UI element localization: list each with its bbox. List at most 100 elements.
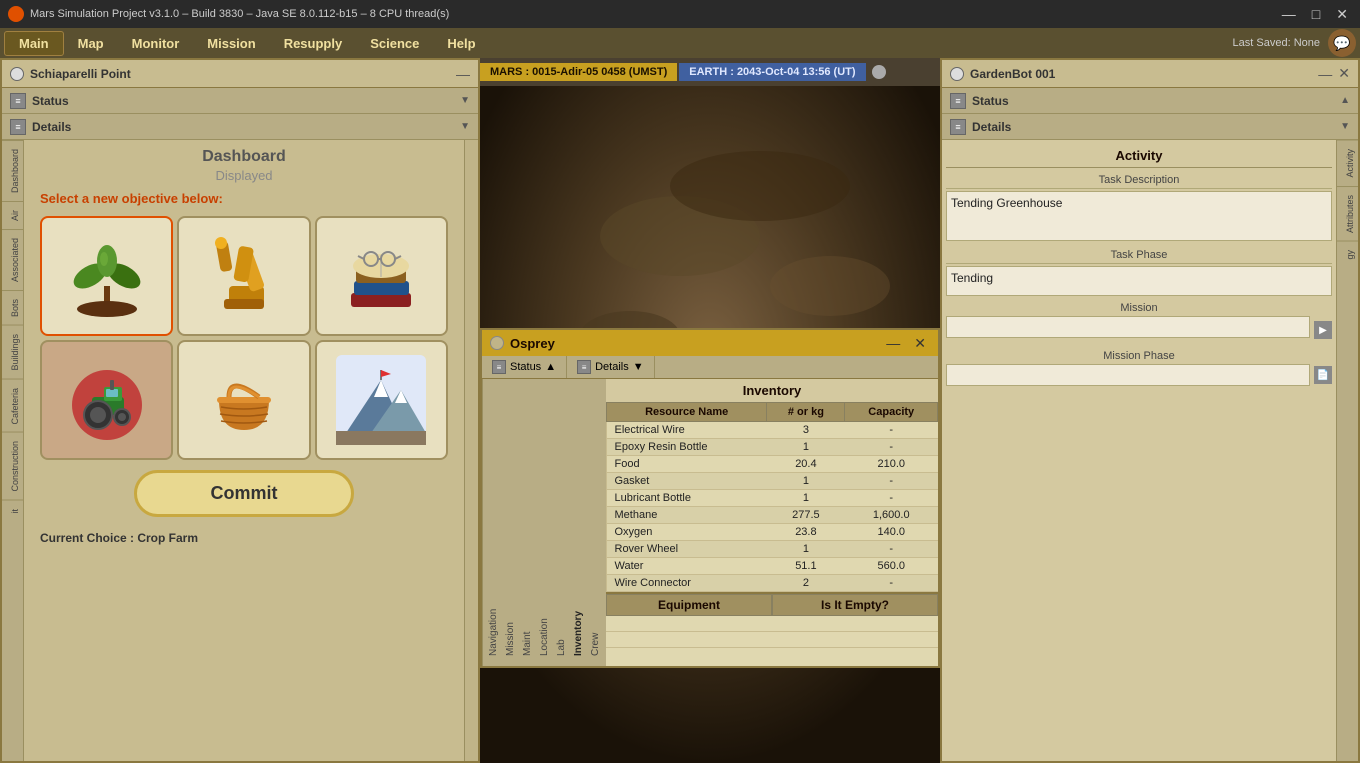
close-btn[interactable]: ✕ bbox=[1332, 6, 1352, 23]
left-tab-dashboard[interactable]: Dashboard bbox=[2, 140, 23, 201]
amount-cell: 51.1 bbox=[767, 558, 845, 575]
left-panel-title: Schiaparelli Point bbox=[30, 67, 450, 81]
left-tab-associated[interactable]: Associated bbox=[2, 229, 23, 290]
obj-crop-farm[interactable] bbox=[40, 216, 173, 336]
menu-mission[interactable]: Mission bbox=[193, 32, 269, 55]
window-controls[interactable]: — □ ✕ bbox=[1278, 6, 1352, 23]
left-status-section[interactable]: ≡ Status ▼ bbox=[2, 88, 478, 114]
resource-name-cell: Rover Wheel bbox=[607, 541, 767, 558]
inventory-content: Inventory Resource Name # or kg Capacity… bbox=[606, 379, 938, 666]
inv-tab-navigation[interactable]: Navigation bbox=[486, 385, 501, 660]
menu-map[interactable]: Map bbox=[64, 32, 118, 55]
title-bar: Mars Simulation Project v3.1.0 – Build 3… bbox=[0, 0, 1360, 28]
obj-tractor[interactable] bbox=[40, 340, 173, 460]
capacity-cell: - bbox=[845, 422, 938, 439]
inventory-sidebar-tabs: Crew Inventory Lab Location Maint Missio… bbox=[482, 379, 606, 666]
inv-tab-crew[interactable]: Crew bbox=[588, 385, 603, 660]
mission-phase-label: Mission Phase bbox=[946, 350, 1332, 362]
mission-input[interactable] bbox=[946, 316, 1310, 338]
right-details-section[interactable]: ≡ Details ▼ bbox=[942, 114, 1358, 140]
right-status-arrow: ▲ bbox=[1340, 95, 1350, 106]
osprey-details-label: Details bbox=[595, 361, 629, 373]
mission-phase-row: 📄 bbox=[946, 364, 1332, 386]
left-tab-construction[interactable]: Construction bbox=[2, 432, 23, 500]
phase-doc-btn[interactable]: 📄 bbox=[1314, 366, 1332, 384]
research-icon bbox=[336, 231, 426, 321]
left-vertical-tabs: Dashboard Air Associated Bots Buildings … bbox=[2, 140, 24, 761]
menu-science[interactable]: Science bbox=[356, 32, 433, 55]
right-controls: Last Saved: None 💬 bbox=[1233, 29, 1356, 57]
inv-tab-inventory[interactable]: Inventory bbox=[571, 385, 586, 660]
osprey-minimize[interactable]: — bbox=[882, 335, 904, 351]
right-tab-gy[interactable]: gy bbox=[1337, 241, 1358, 268]
left-details-section[interactable]: ≡ Details ▼ bbox=[2, 114, 478, 140]
menu-monitor[interactable]: Monitor bbox=[118, 32, 194, 55]
osprey-title: Osprey bbox=[510, 336, 876, 351]
right-panel-header: GardenBot 001 — ✕ bbox=[942, 60, 1358, 88]
inv-tab-lab[interactable]: Lab bbox=[554, 385, 569, 660]
osprey-circle[interactable] bbox=[490, 336, 504, 350]
capacity-cell: - bbox=[845, 575, 938, 592]
scrollbar[interactable] bbox=[464, 140, 478, 761]
amount-cell: 20.4 bbox=[767, 456, 845, 473]
obj-research[interactable] bbox=[315, 216, 448, 336]
left-tab-cafeteria[interactable]: Cafeteria bbox=[2, 379, 23, 433]
minimize-btn[interactable]: — bbox=[1278, 6, 1300, 23]
objective-label: Select a new objective below: bbox=[24, 187, 464, 210]
left-tab-buildings[interactable]: Buildings bbox=[2, 325, 23, 379]
obj-trade[interactable] bbox=[177, 340, 310, 460]
osprey-close[interactable]: ✕ bbox=[910, 335, 930, 352]
inv-tab-mission[interactable]: Mission bbox=[503, 385, 518, 660]
right-circle-btn[interactable] bbox=[950, 67, 964, 81]
right-tab-activity[interactable]: Activity bbox=[1337, 140, 1358, 186]
capacity-cell: 1,600.0 bbox=[845, 507, 938, 524]
last-saved: Last Saved: None bbox=[1233, 37, 1320, 49]
dashboard-area: Dashboard Displayed Select a new objecti… bbox=[24, 140, 464, 761]
top-bar: MARS : 0015-Adir-05 0458 (UMST) EARTH : … bbox=[480, 58, 940, 86]
right-status-section[interactable]: ≡ Status ▲ bbox=[942, 88, 1358, 114]
mission-phase-input[interactable] bbox=[946, 364, 1310, 386]
resource-name-cell: Water bbox=[607, 558, 767, 575]
mission-arrow-btn[interactable]: ▶ bbox=[1314, 321, 1332, 339]
commit-button[interactable]: Commit bbox=[134, 470, 354, 517]
inventory-row: Wire Connector 2 - bbox=[607, 575, 938, 592]
inventory-title: Inventory bbox=[606, 379, 938, 402]
equipment-row-2 bbox=[606, 632, 938, 648]
obj-exploration[interactable] bbox=[315, 340, 448, 460]
right-panel-minimize[interactable]: — bbox=[1318, 66, 1332, 82]
amount-cell: 1 bbox=[767, 490, 845, 507]
trade-icon bbox=[199, 355, 289, 445]
right-panel-close[interactable]: ✕ bbox=[1338, 65, 1350, 82]
chat-button[interactable]: 💬 bbox=[1328, 29, 1356, 57]
status-label: Status bbox=[32, 94, 454, 108]
maximize-btn[interactable]: □ bbox=[1308, 6, 1324, 23]
right-main-content: Activity Task Description Tending Greenh… bbox=[942, 140, 1336, 761]
resource-name-cell: Food bbox=[607, 456, 767, 473]
inventory-row: Electrical Wire 3 - bbox=[607, 422, 938, 439]
menu-help[interactable]: Help bbox=[433, 32, 489, 55]
right-panel: GardenBot 001 — ✕ ≡ Status ▲ ≡ Details ▼… bbox=[940, 58, 1360, 763]
inventory-container: Crew Inventory Lab Location Maint Missio… bbox=[482, 379, 938, 666]
panel-circle-btn[interactable] bbox=[10, 67, 24, 81]
inventory-row: Epoxy Resin Bottle 1 - bbox=[607, 439, 938, 456]
menu-main[interactable]: Main bbox=[4, 31, 64, 56]
menu-resupply[interactable]: Resupply bbox=[270, 32, 357, 55]
right-tab-attributes[interactable]: Attributes bbox=[1337, 186, 1358, 241]
osprey-tab-status[interactable]: ≡ Status ▲ bbox=[482, 356, 567, 378]
left-tab-bots[interactable]: Bots bbox=[2, 290, 23, 325]
activity-title: Activity bbox=[946, 144, 1332, 168]
osprey-status-arrow: ▲ bbox=[545, 361, 556, 373]
left-tab-it[interactable]: it bbox=[2, 500, 23, 522]
left-tab-air[interactable]: Air bbox=[2, 201, 23, 229]
left-panel-minimize[interactable]: — bbox=[456, 66, 470, 82]
inventory-row: Lubricant Bottle 1 - bbox=[607, 490, 938, 507]
obj-robot[interactable] bbox=[177, 216, 310, 336]
osprey-tab-details[interactable]: ≡ Details ▼ bbox=[567, 356, 655, 378]
equipment-rows bbox=[606, 616, 938, 666]
equipment-row-3 bbox=[606, 648, 938, 664]
capacity-cell: - bbox=[845, 541, 938, 558]
amount-cell: 1 bbox=[767, 541, 845, 558]
inventory-row: Oxygen 23.8 140.0 bbox=[607, 524, 938, 541]
inv-tab-maint[interactable]: Maint bbox=[520, 385, 535, 660]
inv-tab-location[interactable]: Location bbox=[537, 385, 552, 660]
